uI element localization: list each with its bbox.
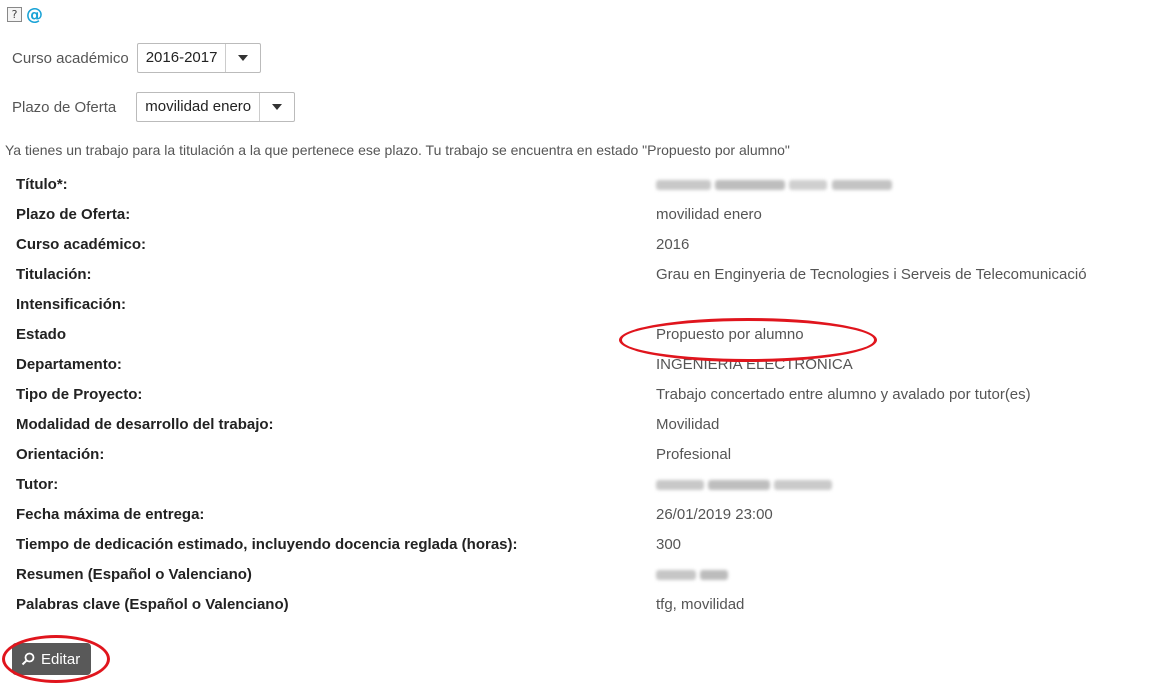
help-icon[interactable]: ? xyxy=(7,7,22,22)
search-icon xyxy=(21,652,35,666)
at-sign-icon[interactable]: @ xyxy=(26,6,43,23)
detail-row-title: Título*: xyxy=(8,169,1095,199)
top-icons: ? @ xyxy=(7,6,43,23)
detail-value: tfg, movilidad xyxy=(656,595,745,613)
detail-label: Título*: xyxy=(16,175,68,193)
detail-row-hours: Tiempo de dedicación estimado, incluyend… xyxy=(8,529,1095,559)
project-details-table: Título*: Plazo de Oferta: movilidad ener… xyxy=(8,169,1095,619)
title-value-redacted xyxy=(648,169,1095,199)
edit-button-label: Editar xyxy=(41,650,81,668)
offer-period-label: Plazo de Oferta xyxy=(12,98,117,116)
detail-value: INGENIERIA ELECTRONICA xyxy=(656,355,853,373)
detail-label: Tipo de Proyecto: xyxy=(16,385,143,403)
detail-row-deadline: Fecha máxima de entrega: 26/01/2019 23:0… xyxy=(8,499,1095,529)
detail-label: Titulación: xyxy=(16,265,92,283)
academic-year-value: 2016-2017 xyxy=(138,44,227,72)
tutor-value-redacted xyxy=(648,469,1095,499)
detail-row-degree: Titulación: Grau en Enginyeria de Tecnol… xyxy=(8,259,1095,289)
detail-value: 26/01/2019 23:00 xyxy=(656,505,773,523)
detail-row-status: Estado Propuesto por alumno xyxy=(8,319,1095,349)
academic-year-filter: Curso académico 2016-2017 xyxy=(12,43,262,73)
detail-label: Orientación: xyxy=(16,445,105,463)
detail-label: Departamento: xyxy=(16,355,122,373)
detail-label: Tutor: xyxy=(16,475,59,493)
detail-row-academic-year: Curso académico: 2016 xyxy=(8,229,1095,259)
detail-label: Estado xyxy=(16,325,67,343)
status-value: Propuesto por alumno xyxy=(656,325,804,343)
detail-value: Movilidad xyxy=(656,415,720,433)
detail-row-summary: Resumen (Español o Valenciano) xyxy=(8,559,1095,589)
academic-year-label: Curso académico xyxy=(12,49,129,67)
detail-row-modality: Modalidad de desarrollo del trabajo: Mov… xyxy=(8,409,1095,439)
detail-label: Plazo de Oferta: xyxy=(16,205,131,223)
detail-row-project-type: Tipo de Proyecto: Trabajo concertado ent… xyxy=(8,379,1095,409)
offer-period-value: movilidad enero xyxy=(137,93,261,121)
detail-row-tutor: Tutor: xyxy=(8,469,1095,499)
offer-period-select[interactable]: movilidad enero xyxy=(136,92,296,122)
detail-value: Trabajo concertado entre alumno y avalad… xyxy=(656,385,1031,403)
detail-value: Profesional xyxy=(656,445,732,463)
detail-row-keywords: Palabras clave (Español o Valenciano) tf… xyxy=(8,589,1095,619)
detail-value: 2016 xyxy=(656,235,690,253)
detail-row-department: Departamento: INGENIERIA ELECTRONICA xyxy=(8,349,1095,379)
offer-period-filter: Plazo de Oferta movilidad enero xyxy=(12,92,296,122)
chevron-down-icon[interactable] xyxy=(226,44,260,72)
detail-value: Grau en Enginyeria de Tecnologies i Serv… xyxy=(656,265,1087,283)
detail-row-offer-period: Plazo de Oferta: movilidad enero xyxy=(8,199,1095,229)
detail-value: 300 xyxy=(656,535,682,553)
detail-label: Modalidad de desarrollo del trabajo: xyxy=(16,415,274,433)
detail-label: Curso académico: xyxy=(16,235,147,253)
status-message: Ya tienes un trabajo para la titulación … xyxy=(5,142,790,158)
detail-row-intensification: Intensificación: xyxy=(8,289,1095,319)
chevron-down-icon[interactable] xyxy=(260,93,294,121)
detail-label: Intensificación: xyxy=(16,295,127,313)
detail-label: Fecha máxima de entrega: xyxy=(16,505,205,523)
edit-button[interactable]: Editar xyxy=(12,643,92,675)
detail-label: Palabras clave (Español o Valenciano) xyxy=(16,595,289,613)
detail-label: Resumen (Español o Valenciano) xyxy=(16,565,252,583)
summary-value-redacted xyxy=(648,559,1095,589)
detail-row-orientation: Orientación: Profesional xyxy=(8,439,1095,469)
detail-value: movilidad enero xyxy=(656,205,762,223)
detail-label: Tiempo de dedicación estimado, incluyend… xyxy=(16,535,518,553)
detail-value xyxy=(648,289,1095,319)
academic-year-select[interactable]: 2016-2017 xyxy=(136,43,262,73)
